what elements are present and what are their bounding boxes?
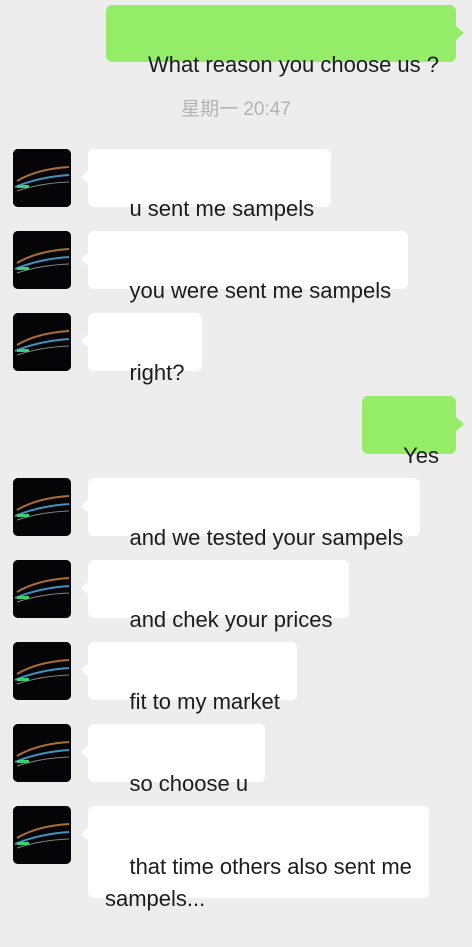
message-bubble-incoming[interactable]: and we tested your sampels xyxy=(80,478,421,550)
dark-light-streaks-avatar-icon xyxy=(13,806,71,864)
dark-light-streaks-avatar-icon xyxy=(13,724,71,782)
message-text: right? xyxy=(129,360,185,385)
dark-light-streaks-avatar-icon xyxy=(13,478,71,536)
message-text: What reason you choose us ? xyxy=(147,52,439,77)
message-bubble-incoming[interactable]: and chek your prices xyxy=(80,560,350,632)
dark-light-streaks-avatar-icon xyxy=(13,313,71,371)
dark-light-streaks-avatar-icon xyxy=(13,560,71,618)
dark-light-streaks-avatar-icon xyxy=(13,149,71,207)
message-bubble-incoming[interactable]: fit to my market xyxy=(81,642,297,714)
contact-avatar[interactable] xyxy=(13,231,71,289)
dark-light-streaks-avatar-icon xyxy=(13,642,71,700)
message-text: and chek your prices xyxy=(129,607,333,632)
contact-avatar[interactable] xyxy=(13,149,71,207)
message-text: fit to my market xyxy=(129,689,280,714)
message-text: so choose u xyxy=(129,771,249,796)
contact-avatar[interactable] xyxy=(13,478,71,536)
message-bubble-incoming[interactable]: so choose u xyxy=(80,724,266,796)
message-bubble-incoming[interactable]: that time others also sent me sampels... xyxy=(81,806,429,911)
contact-avatar[interactable] xyxy=(13,806,71,864)
contact-avatar[interactable] xyxy=(13,642,71,700)
dark-light-streaks-avatar-icon xyxy=(13,231,71,289)
contact-avatar[interactable] xyxy=(13,313,71,371)
message-text: you were sent me sampels xyxy=(129,278,392,303)
contact-avatar[interactable] xyxy=(13,724,71,782)
message-bubble-incoming[interactable]: you were sent me sampels xyxy=(80,231,409,303)
message-text: that time others also sent me sampels... xyxy=(105,854,412,911)
message-text: Yes xyxy=(403,443,439,468)
contact-avatar[interactable] xyxy=(13,560,71,618)
message-bubble-outgoing[interactable]: What reason you choose us ? xyxy=(106,5,464,77)
message-bubble-incoming[interactable]: right? xyxy=(81,313,202,385)
message-text: and we tested your sampels xyxy=(129,525,404,550)
message-text: u sent me sampels xyxy=(129,196,315,221)
message-bubble-outgoing[interactable]: Yes xyxy=(361,396,465,468)
message-bubble-incoming[interactable]: u sent me sampels xyxy=(80,149,332,221)
chat-timestamp: 星期一 20:47 xyxy=(181,99,291,120)
